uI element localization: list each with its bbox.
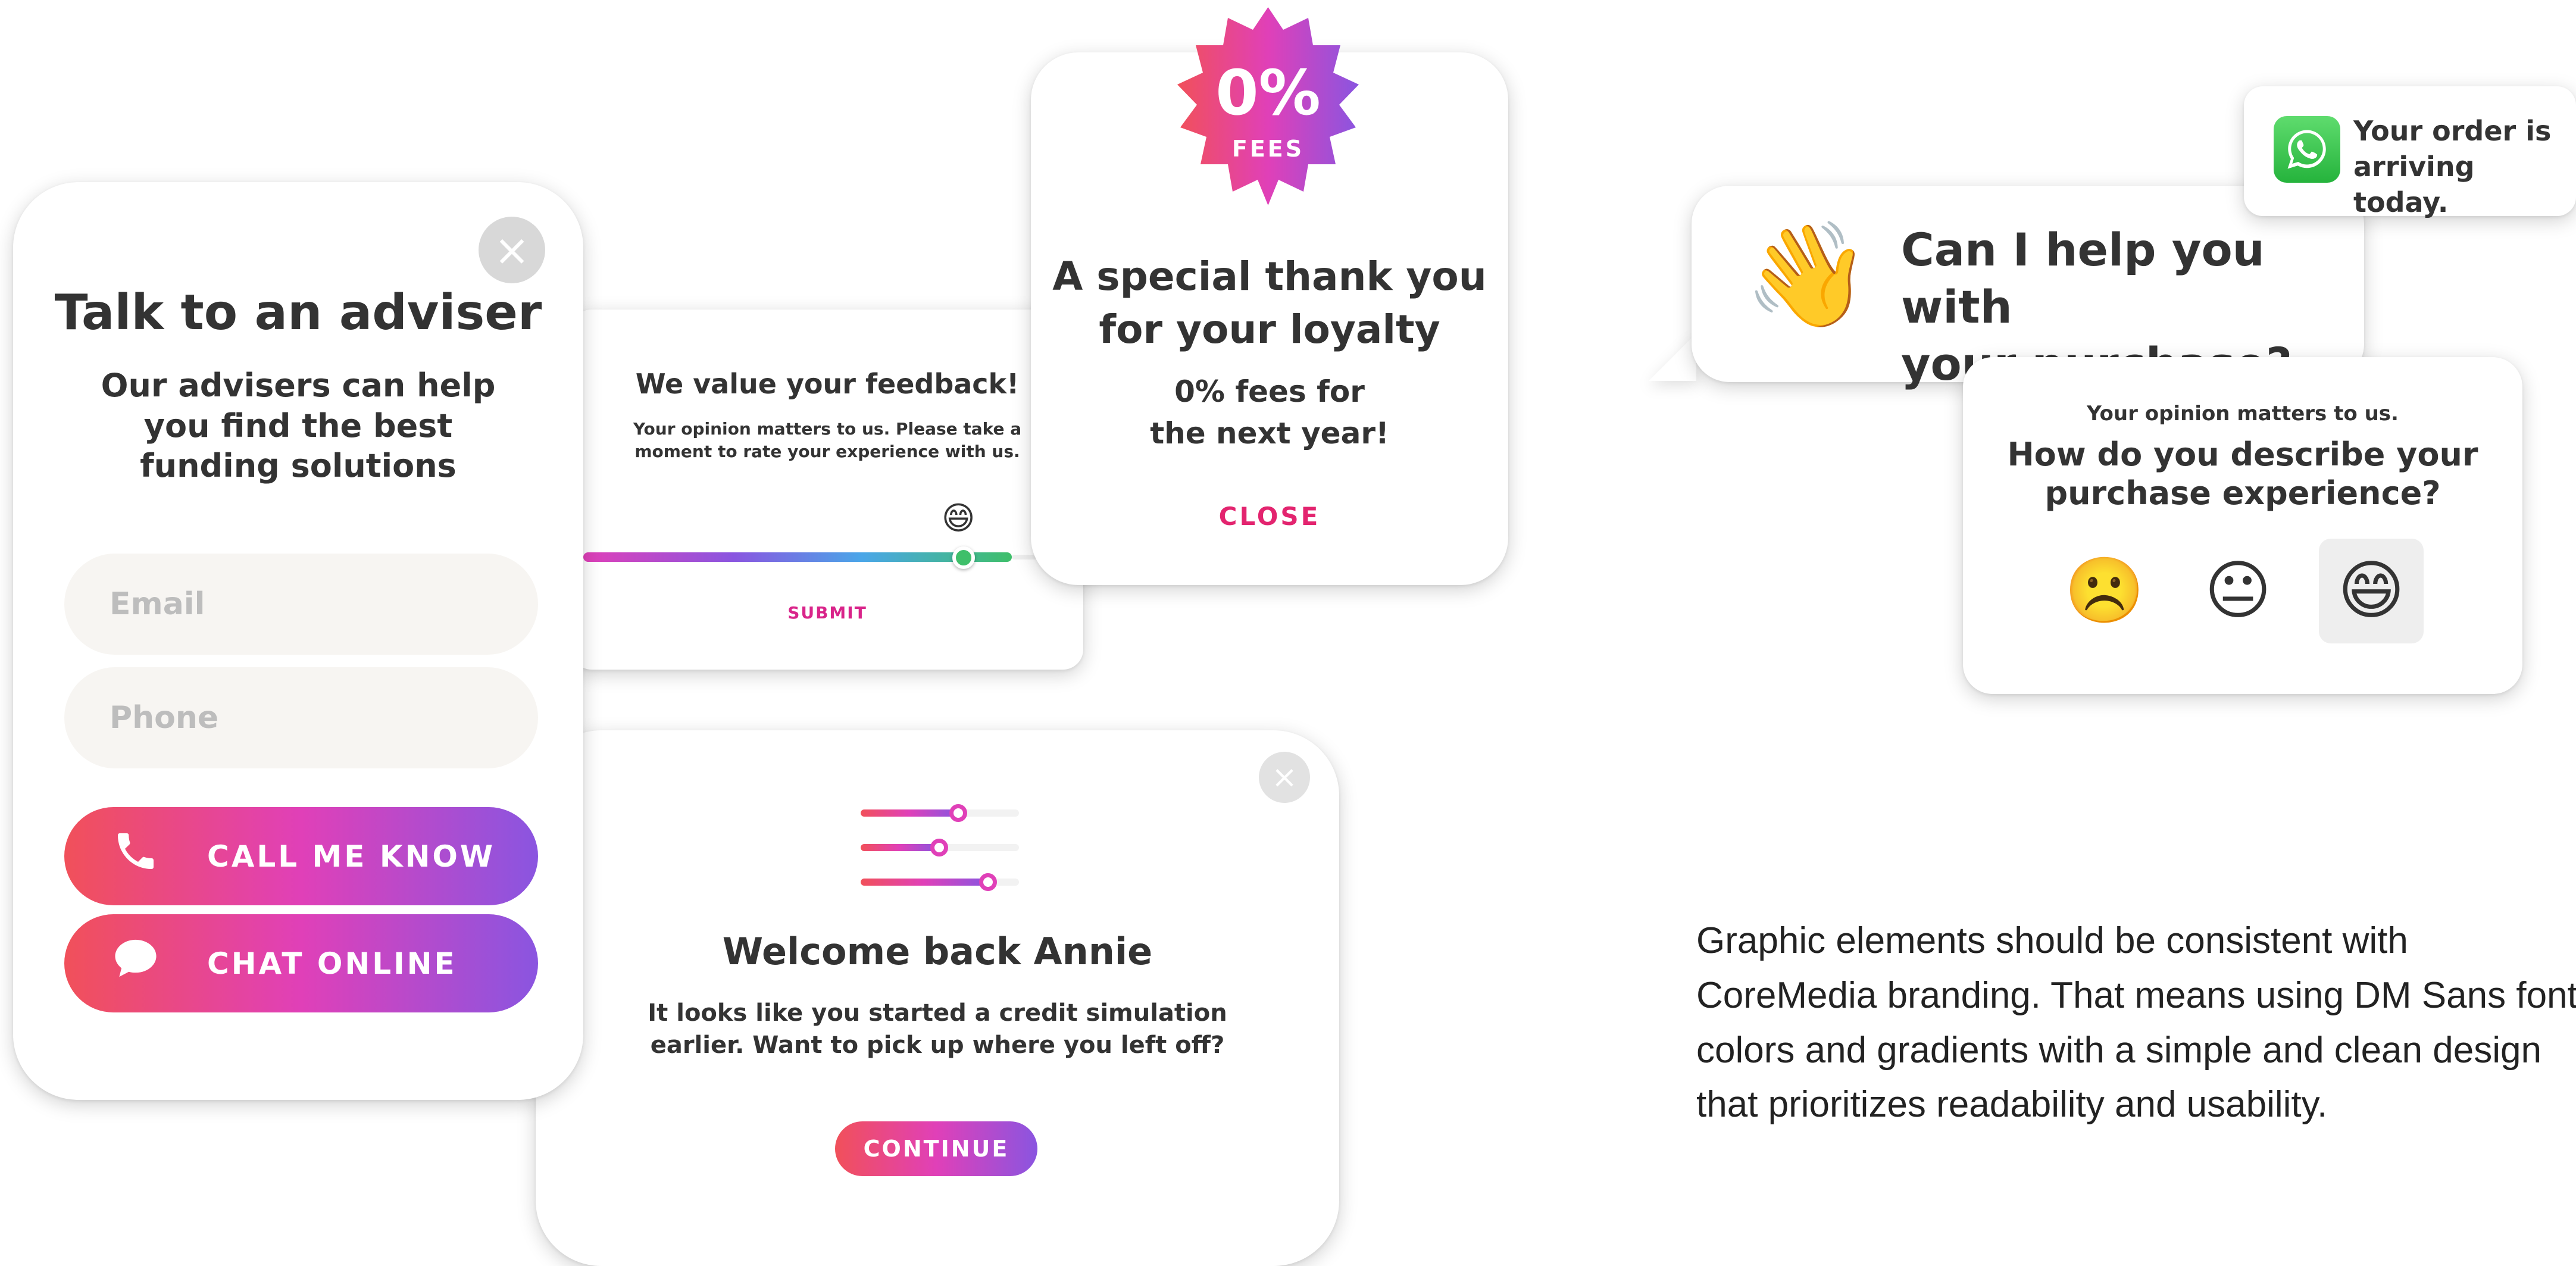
welcome-text: It looks like you started a credit simul…	[648, 999, 1227, 1059]
loyalty-title: A special thank you for your loyalty	[1052, 254, 1487, 353]
whatsapp-toast[interactable]: Your order is arriving today.	[2244, 86, 2576, 218]
rating-slider-thumb[interactable]	[952, 546, 975, 569]
sad-face-icon[interactable]: ☹️	[2052, 539, 2157, 643]
close-icon[interactable]: ×	[1259, 752, 1310, 803]
wave-icon: 👋	[1744, 215, 1872, 335]
toast-text: Your order is arriving today.	[2353, 114, 2576, 220]
note-line4: that prioritizes readability and usabili…	[1696, 1084, 2328, 1126]
close-icon[interactable]: ×	[479, 217, 545, 283]
rating-question: How do you describe your purchase experi…	[1963, 436, 2522, 513]
close-button[interactable]: CLOSE	[1031, 502, 1508, 531]
feedback-subtitle: Your opinion matters to us. Please take …	[633, 419, 1022, 461]
mini-slider-2-thumb	[930, 839, 948, 856]
welcome-title: Welcome back Annie	[722, 930, 1153, 973]
chat-online-button[interactable]: CHAT ONLINE	[64, 914, 538, 1012]
badge-percent: 0%	[1215, 57, 1321, 129]
phone-icon	[64, 827, 207, 885]
chat-bubble-line1: Can I help you with	[1901, 223, 2265, 333]
mini-slider-3-fill	[861, 879, 987, 886]
badge-label: FEES	[1231, 136, 1305, 162]
toast-line2: arriving today.	[2353, 150, 2475, 218]
mini-slider-1-fill	[861, 809, 957, 817]
note-line3: colors and gradients with a simple and c…	[1696, 1029, 2541, 1071]
loyalty-subtitle: 0% fees for the next year!	[1055, 371, 1484, 454]
continue-button[interactable]: CONTINUE	[835, 1121, 1037, 1176]
submit-button[interactable]: SUBMIT	[571, 603, 1083, 623]
mini-slider-2-rest	[938, 844, 1019, 851]
mini-slider-1-thumb	[949, 804, 967, 822]
chat-icon	[64, 936, 207, 991]
rating-question-line1: How do you describe your	[2007, 436, 2478, 473]
note-line2: CoreMedia branding. That means using DM …	[1696, 974, 2576, 1016]
bubble-tail	[1649, 333, 1696, 381]
adviser-title: Talk to an adviser	[54, 285, 542, 341]
feedback-card: We value your feedback! Your opinion mat…	[571, 310, 1083, 670]
mini-slider-3-thumb	[979, 873, 997, 891]
call-me-button[interactable]: CALL ME KNOW	[64, 807, 538, 905]
rating-question-line2: purchase experience?	[2044, 474, 2441, 512]
neutral-face-icon[interactable]: 😐	[2186, 539, 2290, 643]
whatsapp-icon	[2274, 116, 2340, 183]
loyalty-subtitle-line1: 0% fees for	[1174, 374, 1365, 409]
mini-slider-2-fill	[861, 844, 938, 851]
loyalty-subtitle-line2: the next year!	[1150, 416, 1389, 451]
branding-note: Graphic elements should be consistent wi…	[1696, 914, 2576, 1132]
feedback-title: We value your feedback!	[635, 368, 1020, 400]
toast-line1: Your order is	[2353, 115, 2552, 147]
rating-small-text: Your opinion matters to us.	[2087, 402, 2399, 426]
call-me-label: CALL ME KNOW	[207, 839, 496, 874]
happy-face-icon[interactable]: 😄	[2319, 539, 2424, 643]
email-field[interactable]: Email	[64, 554, 538, 655]
fees-badge: 0% FEES	[1165, 6, 1371, 211]
adviser-subtitle: Our advisers can help you find the best …	[101, 367, 496, 484]
welcome-card: × Welcome back Annie It looks like you s…	[536, 730, 1339, 1266]
adviser-card: × Talk to an adviser Our advisers can he…	[13, 182, 583, 1100]
phone-field[interactable]: Phone	[64, 667, 538, 768]
slider-emoji: 😄	[942, 499, 976, 537]
rating-slider-track[interactable]	[583, 552, 1012, 562]
note-line1: Graphic elements should be consistent wi…	[1696, 920, 2408, 961]
rating-card: Your opinion matters to us. How do you d…	[1963, 357, 2522, 694]
chat-online-label: CHAT ONLINE	[207, 946, 457, 981]
